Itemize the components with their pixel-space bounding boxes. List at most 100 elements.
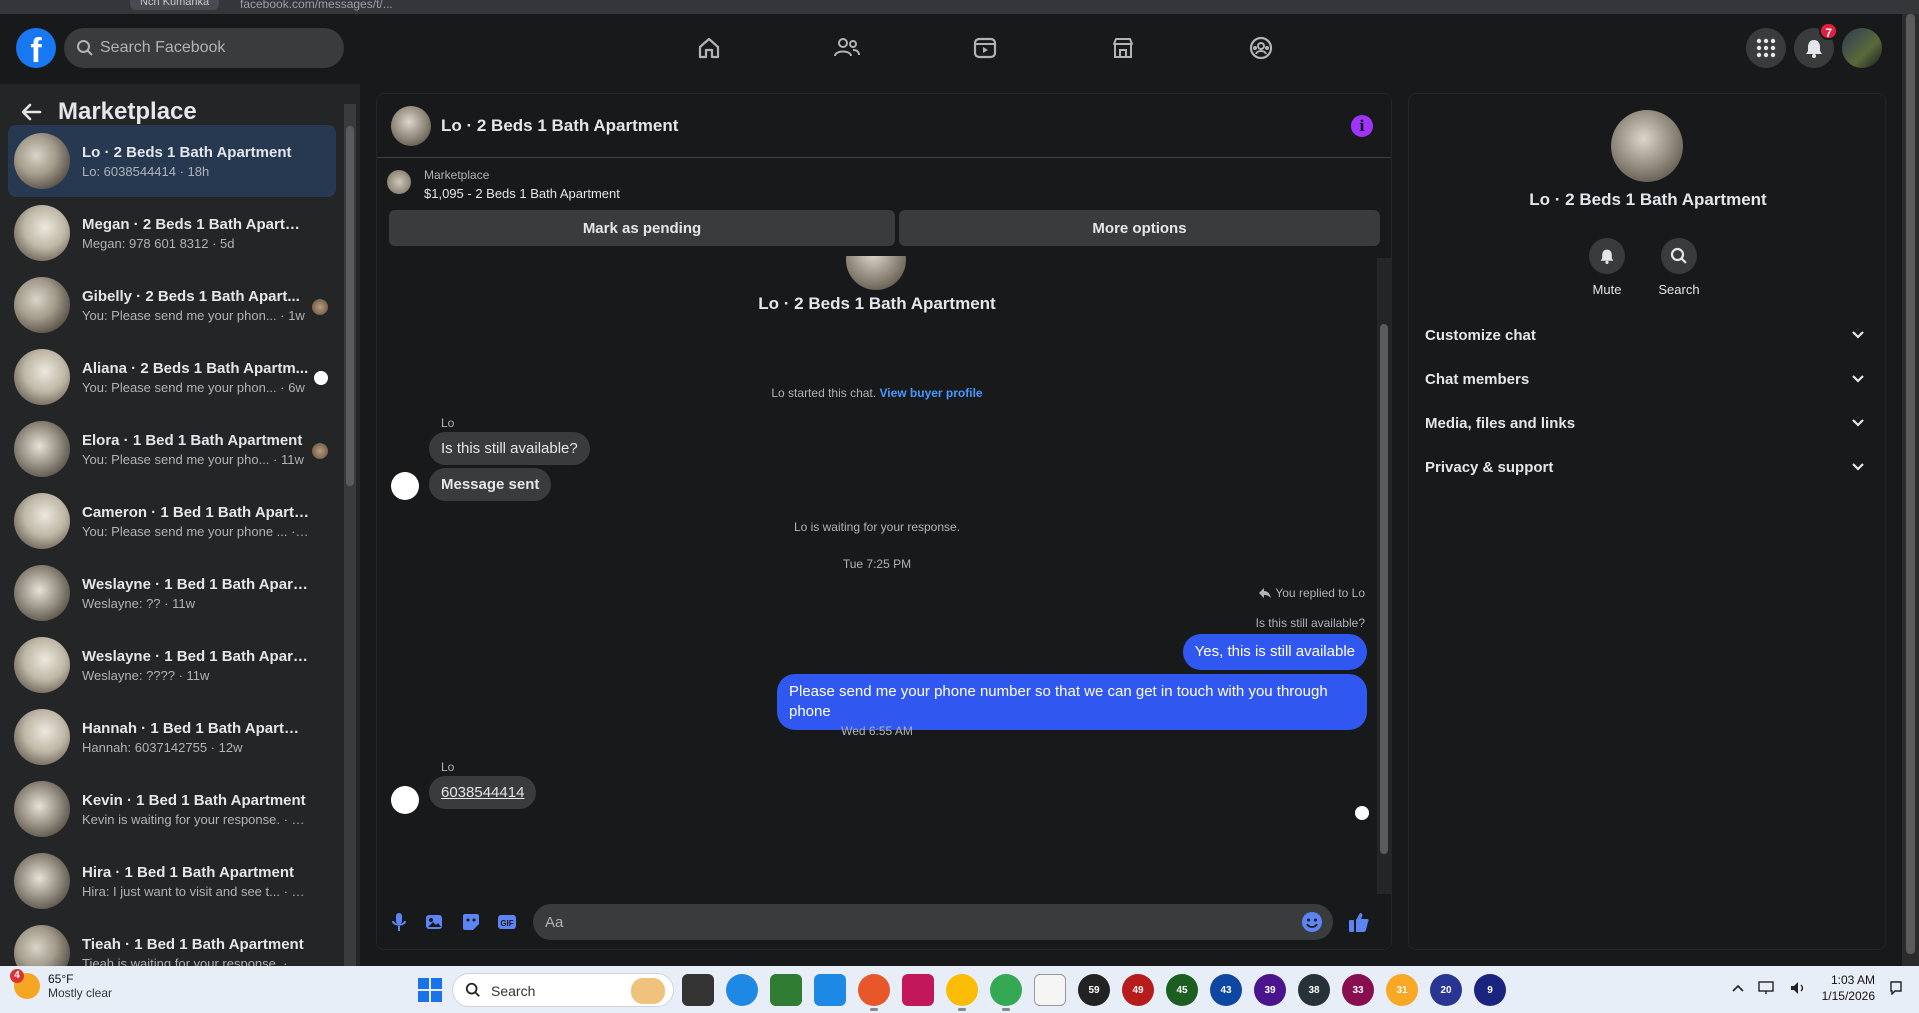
listing-thumbnail[interactable] <box>387 170 411 194</box>
home-tab[interactable] <box>640 20 778 76</box>
app-badge-icon[interactable]: 59 <box>1078 974 1110 1006</box>
timestamp: Wed 6:55 AM <box>841 724 913 738</box>
sticker-button[interactable] <box>459 910 483 934</box>
search-in-conversation-button[interactable]: Search <box>1647 238 1711 297</box>
chrome-profile-icon[interactable] <box>990 974 1022 1011</box>
sidebar-scrollbar[interactable] <box>344 104 356 966</box>
conversation-row[interactable]: Tieah · 1 Bed 1 Bath Apartment Tieah is w… <box>8 917 336 966</box>
message-input-box[interactable] <box>533 904 1333 940</box>
app-badge-icon[interactable]: 45 <box>1166 974 1198 1006</box>
app-badge-icon[interactable]: 49 <box>1122 974 1154 1006</box>
taskbar-apps: 59 49 45 43 39 38 33 31 20 9 <box>682 974 1506 1011</box>
conversation-row[interactable]: Hannah · 1 Bed 1 Bath Apartment Hannah: 6… <box>8 701 336 773</box>
app-badge-icon[interactable]: 38 <box>1298 974 1330 1006</box>
outgoing-message[interactable]: Yes, this is still available <box>1182 634 1367 670</box>
app-badge-icon[interactable]: 20 <box>1430 974 1462 1006</box>
attach-photo-button[interactable] <box>423 910 447 934</box>
conversation-name: Hira · 1 Bed 1 Bath Apartment <box>82 863 294 881</box>
incoming-message[interactable]: Message sent <box>429 468 552 501</box>
media-files-links-section[interactable]: Media, files and links <box>1423 405 1873 441</box>
friends-tab[interactable] <box>778 20 916 76</box>
view-buyer-profile-link[interactable]: View buyer profile <box>879 386 982 400</box>
account-avatar[interactable] <box>1842 28 1882 68</box>
page-scroll-thumb[interactable] <box>1906 14 1915 954</box>
profile-avatar[interactable] <box>1611 110 1683 182</box>
chat-title[interactable]: Lo · 2 Beds 1 Bath Apartment <box>441 116 678 136</box>
video-tab[interactable] <box>916 20 1054 76</box>
search-input[interactable] <box>100 28 336 68</box>
privacy-support-section[interactable]: Privacy & support <box>1423 449 1873 485</box>
file-icon[interactable] <box>1034 974 1066 1006</box>
app-badge-icon[interactable]: 39 <box>1254 974 1286 1006</box>
marketplace-tab[interactable] <box>1054 20 1192 76</box>
search-circle[interactable] <box>1661 238 1697 274</box>
message-input[interactable] <box>545 904 1285 940</box>
gif-button[interactable]: GIF <box>495 910 519 934</box>
mute-circle[interactable] <box>1589 238 1625 274</box>
notification-center-icon[interactable] <box>1889 981 1903 995</box>
voice-clip-button[interactable] <box>387 910 411 934</box>
notifications-button[interactable]: 7 <box>1794 22 1838 68</box>
conversation-row[interactable]: Weslayne · 1 Bed 1 Bath Apartm... Weslayn… <box>8 629 336 701</box>
conversation-row[interactable]: Lo · 2 Beds 1 Bath Apartment Lo: 60385444… <box>8 125 336 197</box>
taskbar-search[interactable]: Search <box>452 973 674 1007</box>
conversation-row[interactable]: Elora · 1 Bed 1 Bath Apartment You: Pleas… <box>8 413 336 485</box>
sender-avatar[interactable] <box>391 786 419 814</box>
back-arrow-icon[interactable] <box>20 101 42 123</box>
conversation-preview: You: Please send me your phon... · 1w <box>82 307 305 323</box>
firefox-icon[interactable] <box>858 974 890 1011</box>
incoming-message[interactable]: 6038544414 <box>429 776 537 809</box>
more-options-button[interactable]: More options <box>899 210 1380 246</box>
customize-chat-section[interactable]: Customize chat <box>1423 317 1873 353</box>
listing-title[interactable]: $1,095 - 2 Beds 1 Bath Apartment <box>424 186 620 201</box>
conversation-row[interactable]: Hira · 1 Bed 1 Bath Apartment Hira: I jus… <box>8 845 336 917</box>
start-button[interactable] <box>418 978 442 1002</box>
task-view-icon[interactable] <box>682 974 714 1006</box>
chevron-up-icon[interactable] <box>1732 984 1744 992</box>
conversation-row[interactable]: Kevin · 1 Bed 1 Bath Apartment Kevin is w… <box>8 773 336 845</box>
weather-widget[interactable]: 4 65°F Mostly clear <box>10 969 112 1000</box>
app-badge-icon[interactable]: 43 <box>1210 974 1242 1006</box>
page-scrollbar[interactable] <box>1902 14 1919 966</box>
script-app-icon[interactable] <box>814 974 846 1006</box>
thread-scrollbar[interactable] <box>1377 258 1391 894</box>
system-clock[interactable]: 1:03 AM 1/15/2026 <box>1822 972 1875 1004</box>
chrome-icon[interactable] <box>946 974 978 1011</box>
chat-members-section[interactable]: Chat members <box>1423 361 1873 397</box>
chat-avatar[interactable] <box>391 106 431 146</box>
search-facebook-field[interactable] <box>64 28 344 68</box>
conversation-row[interactable]: Megan · 2 Beds 1 Bath Apartment Megan: 97… <box>8 197 336 269</box>
like-button[interactable] <box>1347 910 1371 934</box>
snipping-tool-icon[interactable] <box>902 974 934 1006</box>
conversation-row[interactable]: Weslayne · 1 Bed 1 Bath Apartm... Weslayn… <box>8 557 336 629</box>
conversation-name: Hannah · 1 Bed 1 Bath Apartment <box>82 719 310 737</box>
outgoing-message[interactable]: Please send me your phone number so that… <box>777 674 1367 730</box>
app-badge-icon[interactable]: 31 <box>1386 974 1418 1006</box>
conversation-row[interactable]: Gibelly · 2 Beds 1 Bath Apart... You: Ple… <box>8 269 336 341</box>
groups-tab[interactable] <box>1192 20 1330 76</box>
network-icon[interactable] <box>1757 981 1776 995</box>
mark-as-pending-button[interactable]: Mark as pending <box>389 210 895 246</box>
info-icon[interactable]: i <box>1351 115 1373 137</box>
menu-button[interactable] <box>1746 28 1786 68</box>
browser-profile-chip[interactable]: Nch Kumanka <box>130 0 220 10</box>
thread-scroll-thumb[interactable] <box>1380 324 1388 854</box>
edge-icon[interactable] <box>726 974 758 1006</box>
spreadsheet-icon[interactable] <box>770 974 802 1006</box>
app-badge-icon[interactable]: 9 <box>1474 974 1506 1006</box>
emoji-button[interactable] <box>1301 911 1323 938</box>
conversation-row[interactable]: Aliana · 2 Beds 1 Bath Apartm... You: Ple… <box>8 341 336 413</box>
weather-badge: 4 <box>10 969 24 983</box>
chevron-down-icon <box>1852 463 1864 471</box>
sender-avatar[interactable] <box>391 472 419 500</box>
mute-button[interactable]: Mute <box>1575 238 1639 297</box>
volume-icon[interactable] <box>1790 981 1808 995</box>
facebook-logo-icon[interactable]: f <box>16 28 56 70</box>
address-bar[interactable]: facebook.com/messages/t/... <box>240 0 393 11</box>
emoji-icon <box>1302 912 1322 932</box>
app-badge-icon[interactable]: 33 <box>1342 974 1374 1006</box>
conversation-row[interactable]: Cameron · 1 Bed 1 Bath Apartme... You: Pl… <box>8 485 336 557</box>
replied-quote[interactable]: Is this still available? <box>1256 616 1365 630</box>
incoming-message[interactable]: Is this still available? <box>429 432 590 465</box>
sidebar-scroll-thumb[interactable] <box>346 126 354 486</box>
